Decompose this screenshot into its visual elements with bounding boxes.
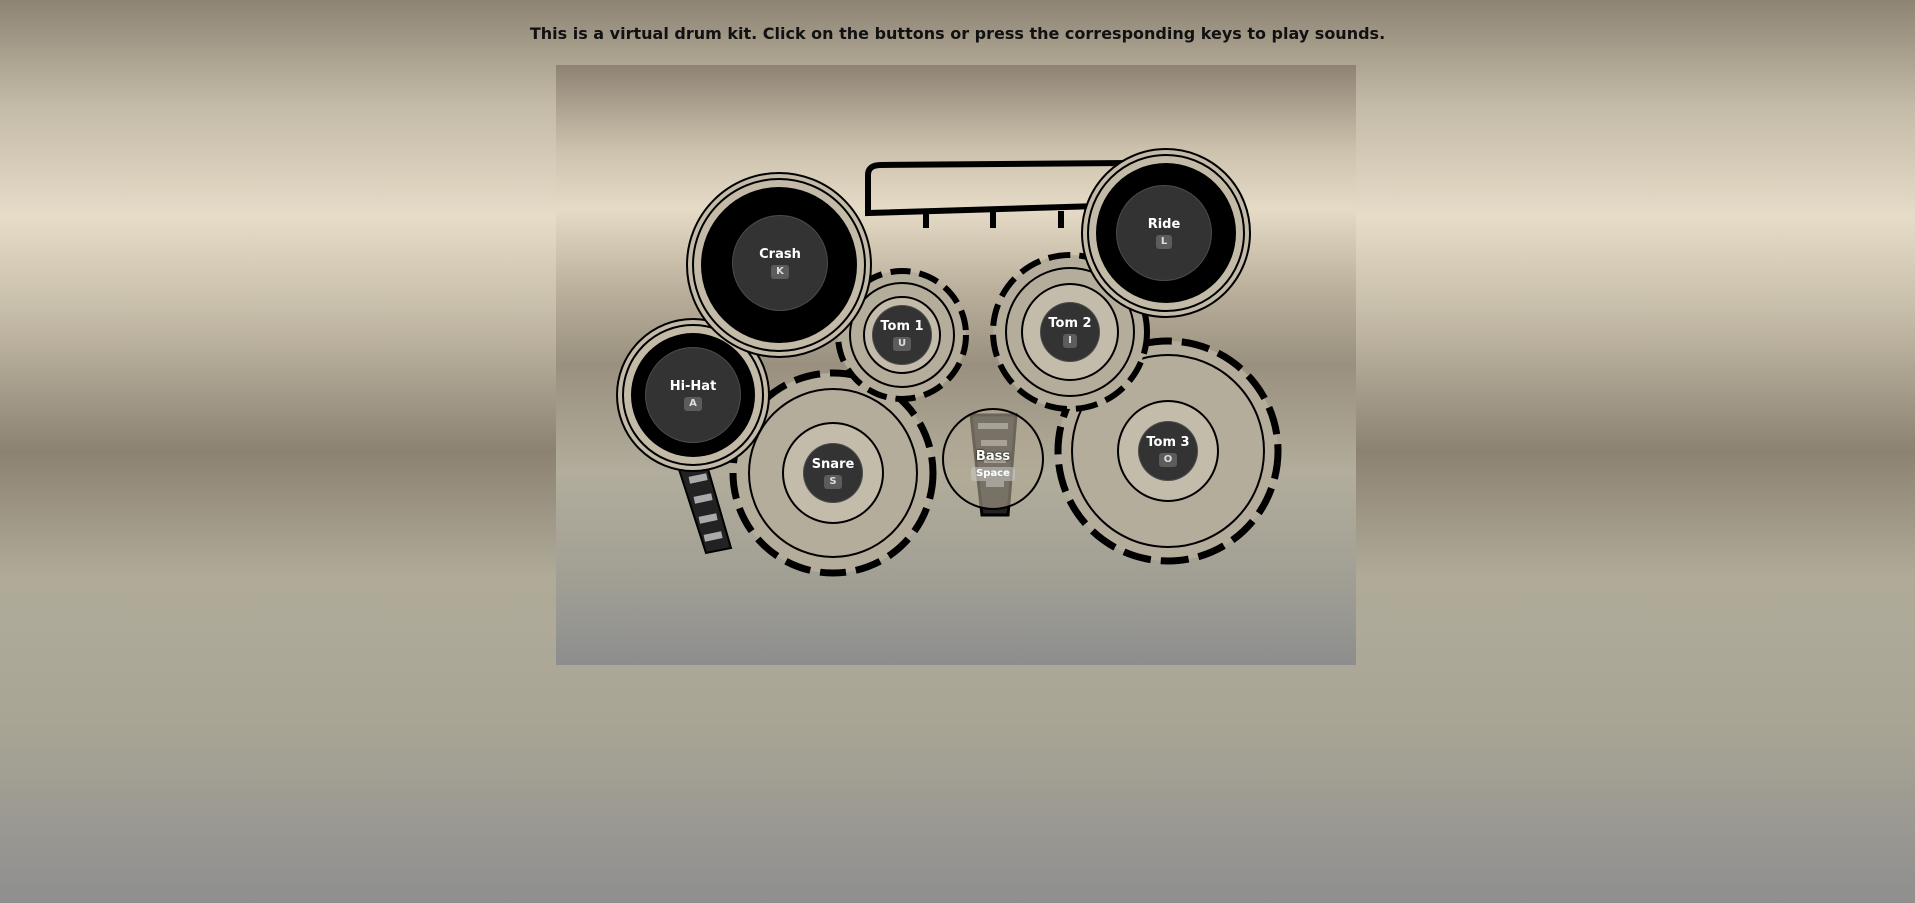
bass-pad[interactable]: Bass Space xyxy=(956,437,1030,493)
snare-pad[interactable]: Snare S xyxy=(803,443,863,503)
tom3-pad[interactable]: Tom 3 O xyxy=(1138,421,1198,481)
hihat-key: A xyxy=(684,397,702,411)
tom3-label: Tom 3 xyxy=(1146,435,1190,450)
tom2-label: Tom 2 xyxy=(1048,316,1092,331)
tom3-key: O xyxy=(1158,453,1178,467)
crash-key: K xyxy=(771,265,789,279)
tom2-key: I xyxy=(1063,334,1077,348)
ride-pad[interactable]: Ride L xyxy=(1116,185,1212,281)
snare-key: S xyxy=(824,475,842,489)
tom1-key: U xyxy=(892,337,912,351)
ride-label: Ride xyxy=(1147,217,1181,232)
hihat-pad[interactable]: Hi-Hat A xyxy=(645,347,741,443)
ride-key: L xyxy=(1155,235,1173,249)
tom2-pad[interactable]: Tom 2 I xyxy=(1040,302,1100,362)
hihat-label: Hi-Hat xyxy=(669,379,717,394)
tom1-pad[interactable]: Tom 1 U xyxy=(872,305,932,365)
crash-label: Crash xyxy=(759,247,801,262)
snare-label: Snare xyxy=(811,457,855,472)
drum-kit-area: Crash K Ride L Tom 1 U Tom 2 I Hi-Hat A … xyxy=(556,65,1356,665)
bass-key: Space xyxy=(971,467,1015,481)
tom1-label: Tom 1 xyxy=(880,319,924,334)
instructions-text: This is a virtual drum kit. Click on the… xyxy=(529,24,1386,43)
bass-label: Bass xyxy=(975,449,1011,464)
crash-pad[interactable]: Crash K xyxy=(732,215,828,311)
